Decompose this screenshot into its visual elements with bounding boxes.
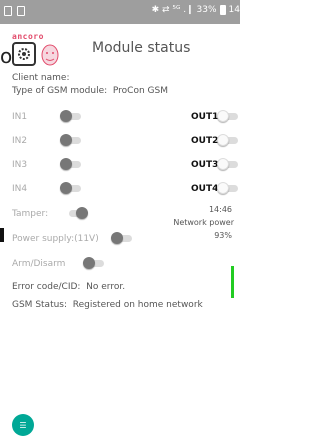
page-title: Module status — [92, 40, 191, 56]
gear-icon — [12, 42, 36, 66]
gsm-type-label: Type of GSM module: — [12, 86, 108, 96]
error-code-label: Error code/CID: — [12, 282, 81, 292]
in3-toggle[interactable] — [60, 158, 82, 170]
out3-toggle[interactable] — [217, 158, 239, 170]
status-bar-left-icons — [4, 6, 25, 16]
error-code-row: Error code/CID: No error. — [12, 282, 125, 292]
out2-toggle[interactable] — [217, 134, 239, 146]
client-name-row: Client name: — [12, 73, 69, 83]
battery-icon — [219, 5, 226, 15]
network-power-value: 93% — [214, 231, 232, 240]
sms-icon: ☰ — [19, 420, 27, 430]
arm-disarm-label: Arm/Disarm — [12, 259, 66, 269]
gsm-status-label: GSM Status: — [12, 300, 68, 310]
mascot-icon — [40, 44, 60, 66]
in4-toggle[interactable] — [60, 182, 82, 194]
network-power-bar — [231, 266, 234, 298]
status-bar-time: 14 — [228, 5, 240, 15]
sms-fab-button[interactable]: ☰ — [12, 414, 34, 436]
gsm-status-value: Registered on home network — [72, 300, 203, 310]
in2-label: IN2 — [12, 136, 28, 146]
out4-label: OUT4 — [191, 184, 219, 194]
edge-fragment-mark — [0, 228, 4, 242]
gsm-type-row: Type of GSM module: ProCon GSM — [12, 86, 168, 96]
out3-label: OUT3 — [191, 160, 219, 170]
out1-toggle[interactable] — [217, 110, 239, 122]
gallery-notification-icon — [17, 6, 25, 16]
logo-brand-text: ancoro — [12, 32, 44, 41]
status-bar-indicators: ✱ ⇄ ⁵ᴳ .❙ 33% — [151, 5, 217, 15]
tamper-toggle[interactable] — [66, 207, 88, 219]
in1-toggle[interactable] — [60, 110, 82, 122]
gsm-status-row: GSM Status: Registered on home network — [12, 300, 203, 310]
out2-label: OUT2 — [191, 136, 219, 146]
out4-toggle[interactable] — [217, 182, 239, 194]
in1-label: IN1 — [12, 112, 28, 122]
out1-label: OUT1 — [191, 112, 219, 122]
in4-label: IN4 — [12, 184, 28, 194]
clock-time: 14:46 — [208, 205, 232, 214]
arm-disarm-toggle[interactable] — [83, 257, 105, 269]
in3-label: IN3 — [12, 160, 28, 170]
power-supply-toggle[interactable] — [111, 232, 133, 244]
error-code-value: No error. — [86, 282, 126, 292]
edge-fragment-text: o — [0, 44, 13, 68]
gsm-type-value: ProCon GSM — [112, 86, 168, 96]
in2-toggle[interactable] — [60, 134, 82, 146]
image-notification-icon — [4, 6, 12, 16]
status-bar: ✱ ⇄ ⁵ᴳ .❙ 33% 14 — [0, 0, 240, 24]
client-name-label: Client name: — [12, 73, 70, 83]
status-bar-right: ✱ ⇄ ⁵ᴳ .❙ 33% 14 — [152, 5, 240, 15]
tamper-label: Tamper: — [12, 209, 49, 219]
network-power-label: Network power — [173, 218, 234, 227]
power-supply-label: Power supply:(11V) — [12, 234, 99, 244]
